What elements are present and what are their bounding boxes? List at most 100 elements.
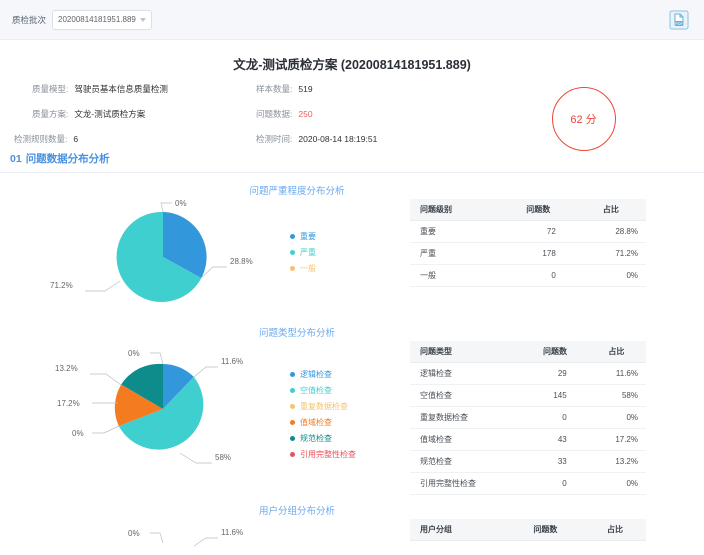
meta-key: 质量方案 [32,109,67,119]
cell-type: 重复数据检查 [410,406,524,429]
table-row: 规范检查 33 13.2% [410,450,646,473]
legend-item[interactable]: 空值检查 [290,385,410,396]
meta-value: 驾驶员基本信息质量检测 [74,84,168,94]
meta-value: 文龙-测试质检方案 [74,109,146,119]
legend-item[interactable]: 规范检查 [290,433,410,444]
pdf-export-icon[interactable]: PDF [668,9,690,31]
legend-item[interactable]: 重复数据检查 [290,401,410,412]
user-group-distribution-block: 用户分组分布分析 0% 11.6% 用户分组 问题数 占比 [0,499,704,555]
legend-label: 规范检查 [300,434,332,443]
cell-type: 规范检查 [410,450,524,473]
legend-user-group [290,519,410,551]
meta-key: 样本数量 [256,84,291,94]
column-header: 问题数 [506,519,585,541]
legend-dot-icon [290,404,295,409]
legend-severity: 重要 严重 一般 [290,199,410,279]
meta-row: 检测时间 : 2020-08-14 18:19:51 [256,134,378,144]
pie-label-zero: 0% [128,529,140,538]
legend-item[interactable]: 一般 [290,263,410,274]
legend-label: 引用完整性检查 [300,450,356,459]
chart-title-type: 问题类型分布分析 [258,328,335,339]
cell-level: 一般 [410,264,501,287]
type-distribution-block: 问题类型分布分析 0% 11.6% 58% 13.2% 17.2% 0% 逻辑检… [0,321,704,499]
section-title: 问题数据分布分析 [25,153,110,165]
top-filter-bar: 质检批次 20200814181951.889 PDF [0,0,704,40]
meta-column-right: 样本数量 : 519 问题数据 : 250 检测时间 : 2020-08-14 … [248,83,463,144]
cell-type: 值域检查 [410,428,524,451]
cell-count: 29 [523,362,587,385]
cell-count: 0 [523,406,587,429]
batch-filter: 质检批次 20200814181951.889 [12,9,153,30]
legend-item[interactable]: 严重 [290,247,410,258]
meta-row: 质量模型 : 驾驶员基本信息质量检测 [32,84,168,94]
pie-chart-type: 0% 11.6% 58% 13.2% 17.2% 0% [0,341,290,471]
batch-select[interactable]: 20200814181951.889 [52,9,153,30]
meta-value-problem-count: 250 [298,109,313,119]
cell-count: 43 [523,428,587,451]
cell-count: 0 [523,472,587,495]
cell-count: 33 [523,450,587,473]
legend-dot-icon [290,388,295,393]
column-header: 用户分组 [410,519,507,541]
pie-label-null: 58% [215,453,231,462]
cell-percent: 58% [586,384,646,407]
table-user-group: 用户分组 问题数 占比 [410,519,704,541]
legend-dot-icon [290,372,295,377]
section-header: 01 问题数据分布分析 [0,147,704,172]
column-header: 问题数 [523,341,587,363]
pie-label-zero: 0% [175,199,187,208]
chart-title-user-group: 用户分组分布分析 [258,506,335,517]
cell-level: 严重 [410,242,501,265]
legend-label: 一般 [300,264,316,273]
table-row: 空值检查 145 58% [410,384,646,407]
legend-label: 逻辑检查 [300,370,332,379]
legend-dot-icon [290,266,295,271]
legend-dot-icon [290,420,295,425]
legend-dot-icon [290,452,295,457]
column-header: 问题级别 [410,199,501,221]
table-row: 重复数据检查 0 0% [410,406,646,429]
legend-item[interactable]: 逻辑检查 [290,369,410,380]
report-meta: 质量模型 : 驾驶员基本信息质量检测 质量方案 : 文龙-测试质检方案 检测规则… [0,75,704,151]
chart-title-severity: 问题严重程度分布分析 [249,186,345,197]
pie-label-zero-top: 0% [128,349,140,358]
legend-label: 严重 [300,248,316,257]
svg-text:PDF: PDF [675,21,684,26]
divider [0,172,704,173]
pie-label-logic: 11.6% [221,357,243,366]
meta-value: 2020-08-14 18:19:51 [298,134,378,144]
meta-value: 519 [298,84,313,94]
legend-label: 值域检查 [300,418,332,427]
table-row: 重要 72 28.8% [410,220,646,243]
pie-label-important: 28.8% [230,257,253,266]
table-row: 逻辑检查 29 11.6% [410,362,646,385]
section-number: 01 [10,153,22,165]
column-header: 占比 [586,341,646,363]
table-row: 一般 0 0% [410,264,646,287]
legend-item[interactable]: 引用完整性检查 [290,449,410,460]
legend-dot-icon [290,234,295,239]
legend-label: 重复数据检查 [300,402,348,411]
cell-percent: 17.2% [586,428,646,451]
batch-select-value: 20200814181951.889 [58,15,136,24]
cell-type: 空值检查 [410,384,524,407]
cell-count: 178 [500,242,576,265]
pie-chart-user-group: 0% 11.6% [0,519,290,549]
pie-label-zero-bottom: 0% [72,429,84,438]
cell-level: 重要 [410,220,501,243]
meta-key: 检测规则数量 [14,134,66,144]
table-header-row: 用户分组 问题数 占比 [410,519,646,541]
meta-row: 样本数量 : 519 [256,84,313,94]
legend-item[interactable]: 值域检查 [290,417,410,428]
column-header: 问题数 [500,199,576,221]
score-badge: 62 分 [551,87,616,151]
meta-row: 质量方案 : 文龙-测试质检方案 [32,109,146,119]
score-area: 62 分 [463,83,704,151]
pie-label-dup: 13.2% [55,364,78,373]
legend-type: 逻辑检查 空值检查 重复数据检查 值域检查 规范检查 引用完整性检查 [290,341,410,465]
cell-percent: 0% [575,264,646,287]
table-row: 引用完整性检查 0 0% [410,472,646,495]
table-header-row: 问题级别 问题数 占比 [410,199,646,221]
cell-percent: 71.2% [575,242,646,265]
legend-item[interactable]: 重要 [290,231,410,242]
